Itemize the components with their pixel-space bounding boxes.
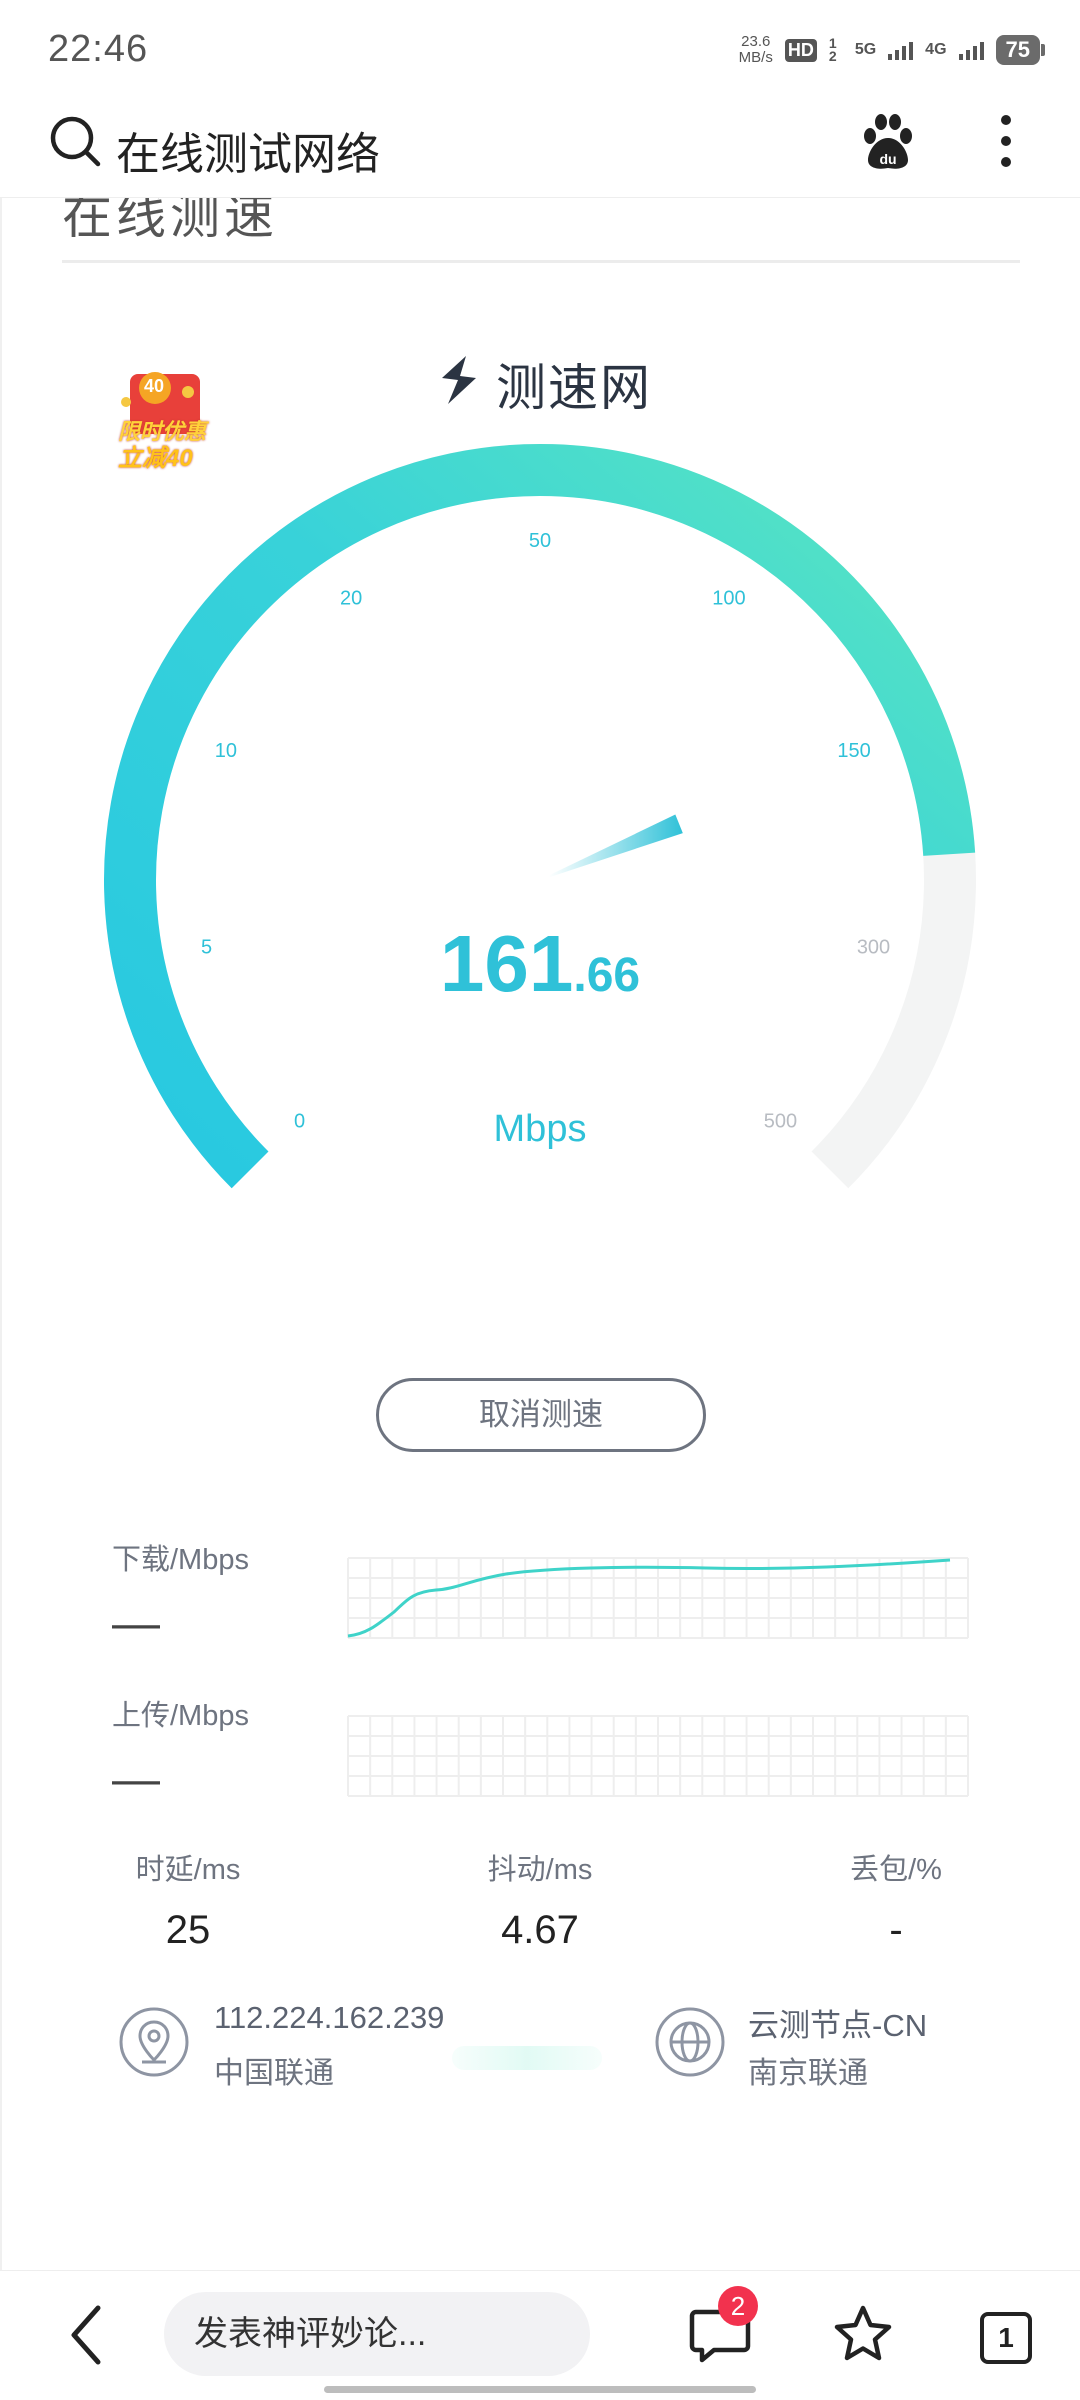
baidu-paw-icon[interactable]: du bbox=[860, 112, 916, 172]
comment-count-badge: 2 bbox=[718, 2286, 758, 2326]
client-isp: 中国联通 bbox=[214, 2057, 334, 2090]
packet-loss-value: - bbox=[889, 1908, 903, 1952]
upload-value: — bbox=[112, 1753, 160, 1806]
location-pin-icon bbox=[119, 2007, 189, 2077]
download-label: 下载/Mbps bbox=[112, 1544, 249, 1576]
signal-bars-icon-2 bbox=[958, 40, 984, 60]
gauge-tick-10: 10 bbox=[215, 740, 237, 762]
network-speed-unit: MB/s bbox=[738, 49, 773, 66]
status-icons: 23.6 MB/s HD 1 2 5G 4G 75 bbox=[739, 34, 1046, 66]
server-node[interactable]: 云测节点-CN bbox=[748, 2000, 927, 2045]
gauge-tick-0: 0 bbox=[294, 1110, 305, 1132]
download-grid bbox=[347, 1557, 969, 1639]
gauge-tick-150: 150 bbox=[837, 740, 870, 762]
signal-5g-label: 5G bbox=[854, 41, 877, 58]
search-icon[interactable] bbox=[48, 114, 104, 170]
network-speed-value: 23.6 bbox=[741, 33, 771, 50]
brand-name: 测速网 bbox=[496, 360, 652, 416]
hd-icon: HD bbox=[784, 38, 817, 62]
gauge-needle bbox=[548, 814, 683, 878]
latency-value: 25 bbox=[165, 1908, 211, 1952]
battery-icon: 75 bbox=[995, 35, 1046, 65]
packet-loss-label: 丢包/% bbox=[850, 1854, 942, 1886]
upload-graph bbox=[347, 1715, 969, 1797]
network-speed: 23.6 MB/s bbox=[739, 34, 773, 66]
gauge-tick-5: 5 bbox=[201, 936, 212, 958]
promo-top: 40 bbox=[144, 376, 165, 396]
jitter-label: 抖动/ms bbox=[487, 1854, 593, 1886]
signal-bars-icon bbox=[888, 40, 914, 60]
cancel-test-button[interactable]: 取消测速 bbox=[376, 1378, 706, 1452]
upload-label: 上传/Mbps bbox=[112, 1700, 249, 1732]
gauge-tick-20: 20 bbox=[340, 587, 362, 609]
download-graph bbox=[347, 1557, 969, 1639]
jitter-value: 4.67 bbox=[501, 1908, 579, 1952]
home-indicator[interactable] bbox=[324, 2386, 756, 2393]
gauge-tick-500: 500 bbox=[764, 1110, 797, 1132]
section-divider bbox=[62, 260, 1020, 263]
server-isp: 南京联通 bbox=[748, 2057, 868, 2090]
gauge-ticks: 0 5 10 20 50 100 150 300 500 bbox=[201, 530, 890, 1132]
upload-grid bbox=[347, 1715, 969, 1797]
gauge-tick-100: 100 bbox=[712, 587, 745, 609]
speed-unit: Mbps bbox=[493, 1108, 587, 1150]
more-vertical-icon[interactable] bbox=[996, 112, 1016, 170]
status-time: 22:46 bbox=[48, 28, 149, 70]
signal-4g-label: 4G bbox=[925, 41, 947, 58]
speed-decimal: .66 bbox=[573, 949, 641, 1002]
client-ip: 112.224.162.239 bbox=[214, 2000, 445, 2035]
comment-input[interactable]: 发表神评妙论... bbox=[164, 2292, 590, 2376]
gauge-tick-300: 300 bbox=[857, 936, 890, 958]
star-icon[interactable] bbox=[832, 2304, 894, 2364]
sim-indicator: 1 2 bbox=[828, 35, 837, 64]
speed-readout: 161.66 bbox=[340, 918, 740, 1010]
back-icon[interactable] bbox=[64, 2304, 108, 2366]
speed-integer: 161 bbox=[439, 919, 574, 1008]
svg-text:du: du bbox=[879, 151, 896, 167]
gauge-progress bbox=[104, 444, 976, 1189]
connection-indicator bbox=[452, 2046, 602, 2070]
download-value: — bbox=[112, 1597, 160, 1650]
speedtest-logo-icon bbox=[442, 356, 476, 404]
gauge-tick-50: 50 bbox=[529, 530, 551, 552]
globe-icon bbox=[655, 2007, 725, 2077]
search-query[interactable]: 在线测试网络 bbox=[116, 118, 380, 182]
latency-label: 时延/ms bbox=[135, 1854, 241, 1886]
tab-count-button[interactable]: 1 bbox=[980, 2312, 1032, 2364]
